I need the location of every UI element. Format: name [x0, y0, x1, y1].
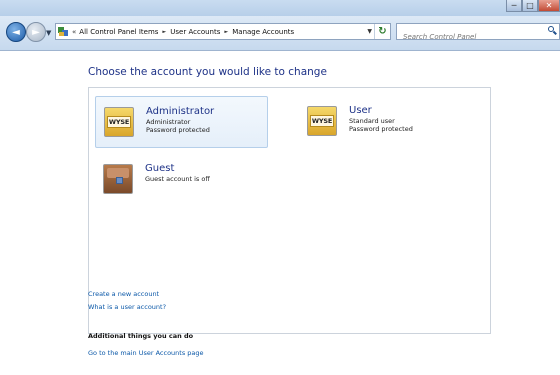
- address-dropdown-icon[interactable]: ▼: [367, 28, 372, 35]
- window-title-bar: ─ □ ✕: [0, 0, 560, 16]
- search-icon[interactable]: [548, 26, 557, 35]
- minimize-button[interactable]: ─: [506, 0, 522, 12]
- forward-button[interactable]: ►: [26, 22, 46, 42]
- back-arrow-icon: ◄: [12, 26, 20, 38]
- additional-heading: Additional things you can do: [88, 332, 194, 340]
- minimize-icon: ─: [511, 0, 517, 10]
- close-icon: ✕: [545, 0, 553, 10]
- account-tile-administrator[interactable]: WYSE Administrator Administrator Passwor…: [95, 96, 268, 148]
- breadcrumb-separator-icon[interactable]: ►: [224, 29, 228, 35]
- breadcrumb-user-accounts[interactable]: User Accounts: [170, 28, 220, 36]
- account-name: Guest: [145, 163, 175, 174]
- wyse-logo-icon: WYSE: [106, 116, 132, 128]
- account-type: Standard user: [349, 117, 395, 125]
- account-type: Administrator: [146, 118, 191, 126]
- account-name: User: [349, 105, 372, 116]
- page-title: Choose the account you would like to cha…: [88, 66, 327, 78]
- search-input[interactable]: [397, 29, 543, 45]
- main-user-accounts-link[interactable]: Go to the main User Accounts page: [88, 349, 204, 357]
- maximize-icon: □: [526, 0, 534, 10]
- forward-arrow-icon: ►: [32, 26, 40, 38]
- breadcrumb-all-control-panel-items[interactable]: All Control Panel Items: [79, 28, 158, 36]
- account-status: Guest account is off: [145, 175, 210, 183]
- breadcrumb-manage-accounts[interactable]: Manage Accounts: [232, 28, 294, 36]
- close-button[interactable]: ✕: [538, 0, 560, 12]
- back-button[interactable]: ◄: [6, 22, 26, 42]
- wyse-logo-icon: WYSE: [309, 115, 335, 127]
- account-name: Administrator: [146, 106, 215, 117]
- breadcrumb-separator-icon[interactable]: ►: [162, 29, 166, 35]
- breadcrumb-overflow[interactable]: «: [72, 28, 76, 36]
- guest-briefcase-icon: [103, 164, 133, 194]
- control-panel-icon: [58, 26, 69, 37]
- search-box: [396, 23, 560, 45]
- what-is-user-account-link[interactable]: What is a user account?: [88, 303, 166, 311]
- account-picture: WYSE: [104, 107, 134, 137]
- account-status: Password protected: [146, 126, 210, 134]
- navigation-toolbar: ◄ ► ▼ « All Control Panel Items ► User A…: [0, 16, 560, 51]
- account-tile-user[interactable]: WYSE User Standard user Password protect…: [299, 96, 469, 148]
- window-controls: ─ □ ✕: [506, 0, 560, 12]
- recent-pages-dropdown[interactable]: ▼: [46, 29, 51, 37]
- account-picture: WYSE: [307, 106, 337, 136]
- refresh-icon: ↻: [378, 26, 387, 37]
- address-bar[interactable]: « All Control Panel Items ► User Account…: [55, 23, 391, 40]
- maximize-button[interactable]: □: [522, 0, 538, 12]
- account-status: Password protected: [349, 125, 413, 133]
- create-account-link[interactable]: Create a new account: [88, 290, 159, 298]
- main-content: Choose the account you would like to cha…: [0, 51, 560, 375]
- refresh-button[interactable]: ↻: [374, 24, 390, 39]
- account-tile-guest[interactable]: Guest Guest account is off: [95, 154, 268, 206]
